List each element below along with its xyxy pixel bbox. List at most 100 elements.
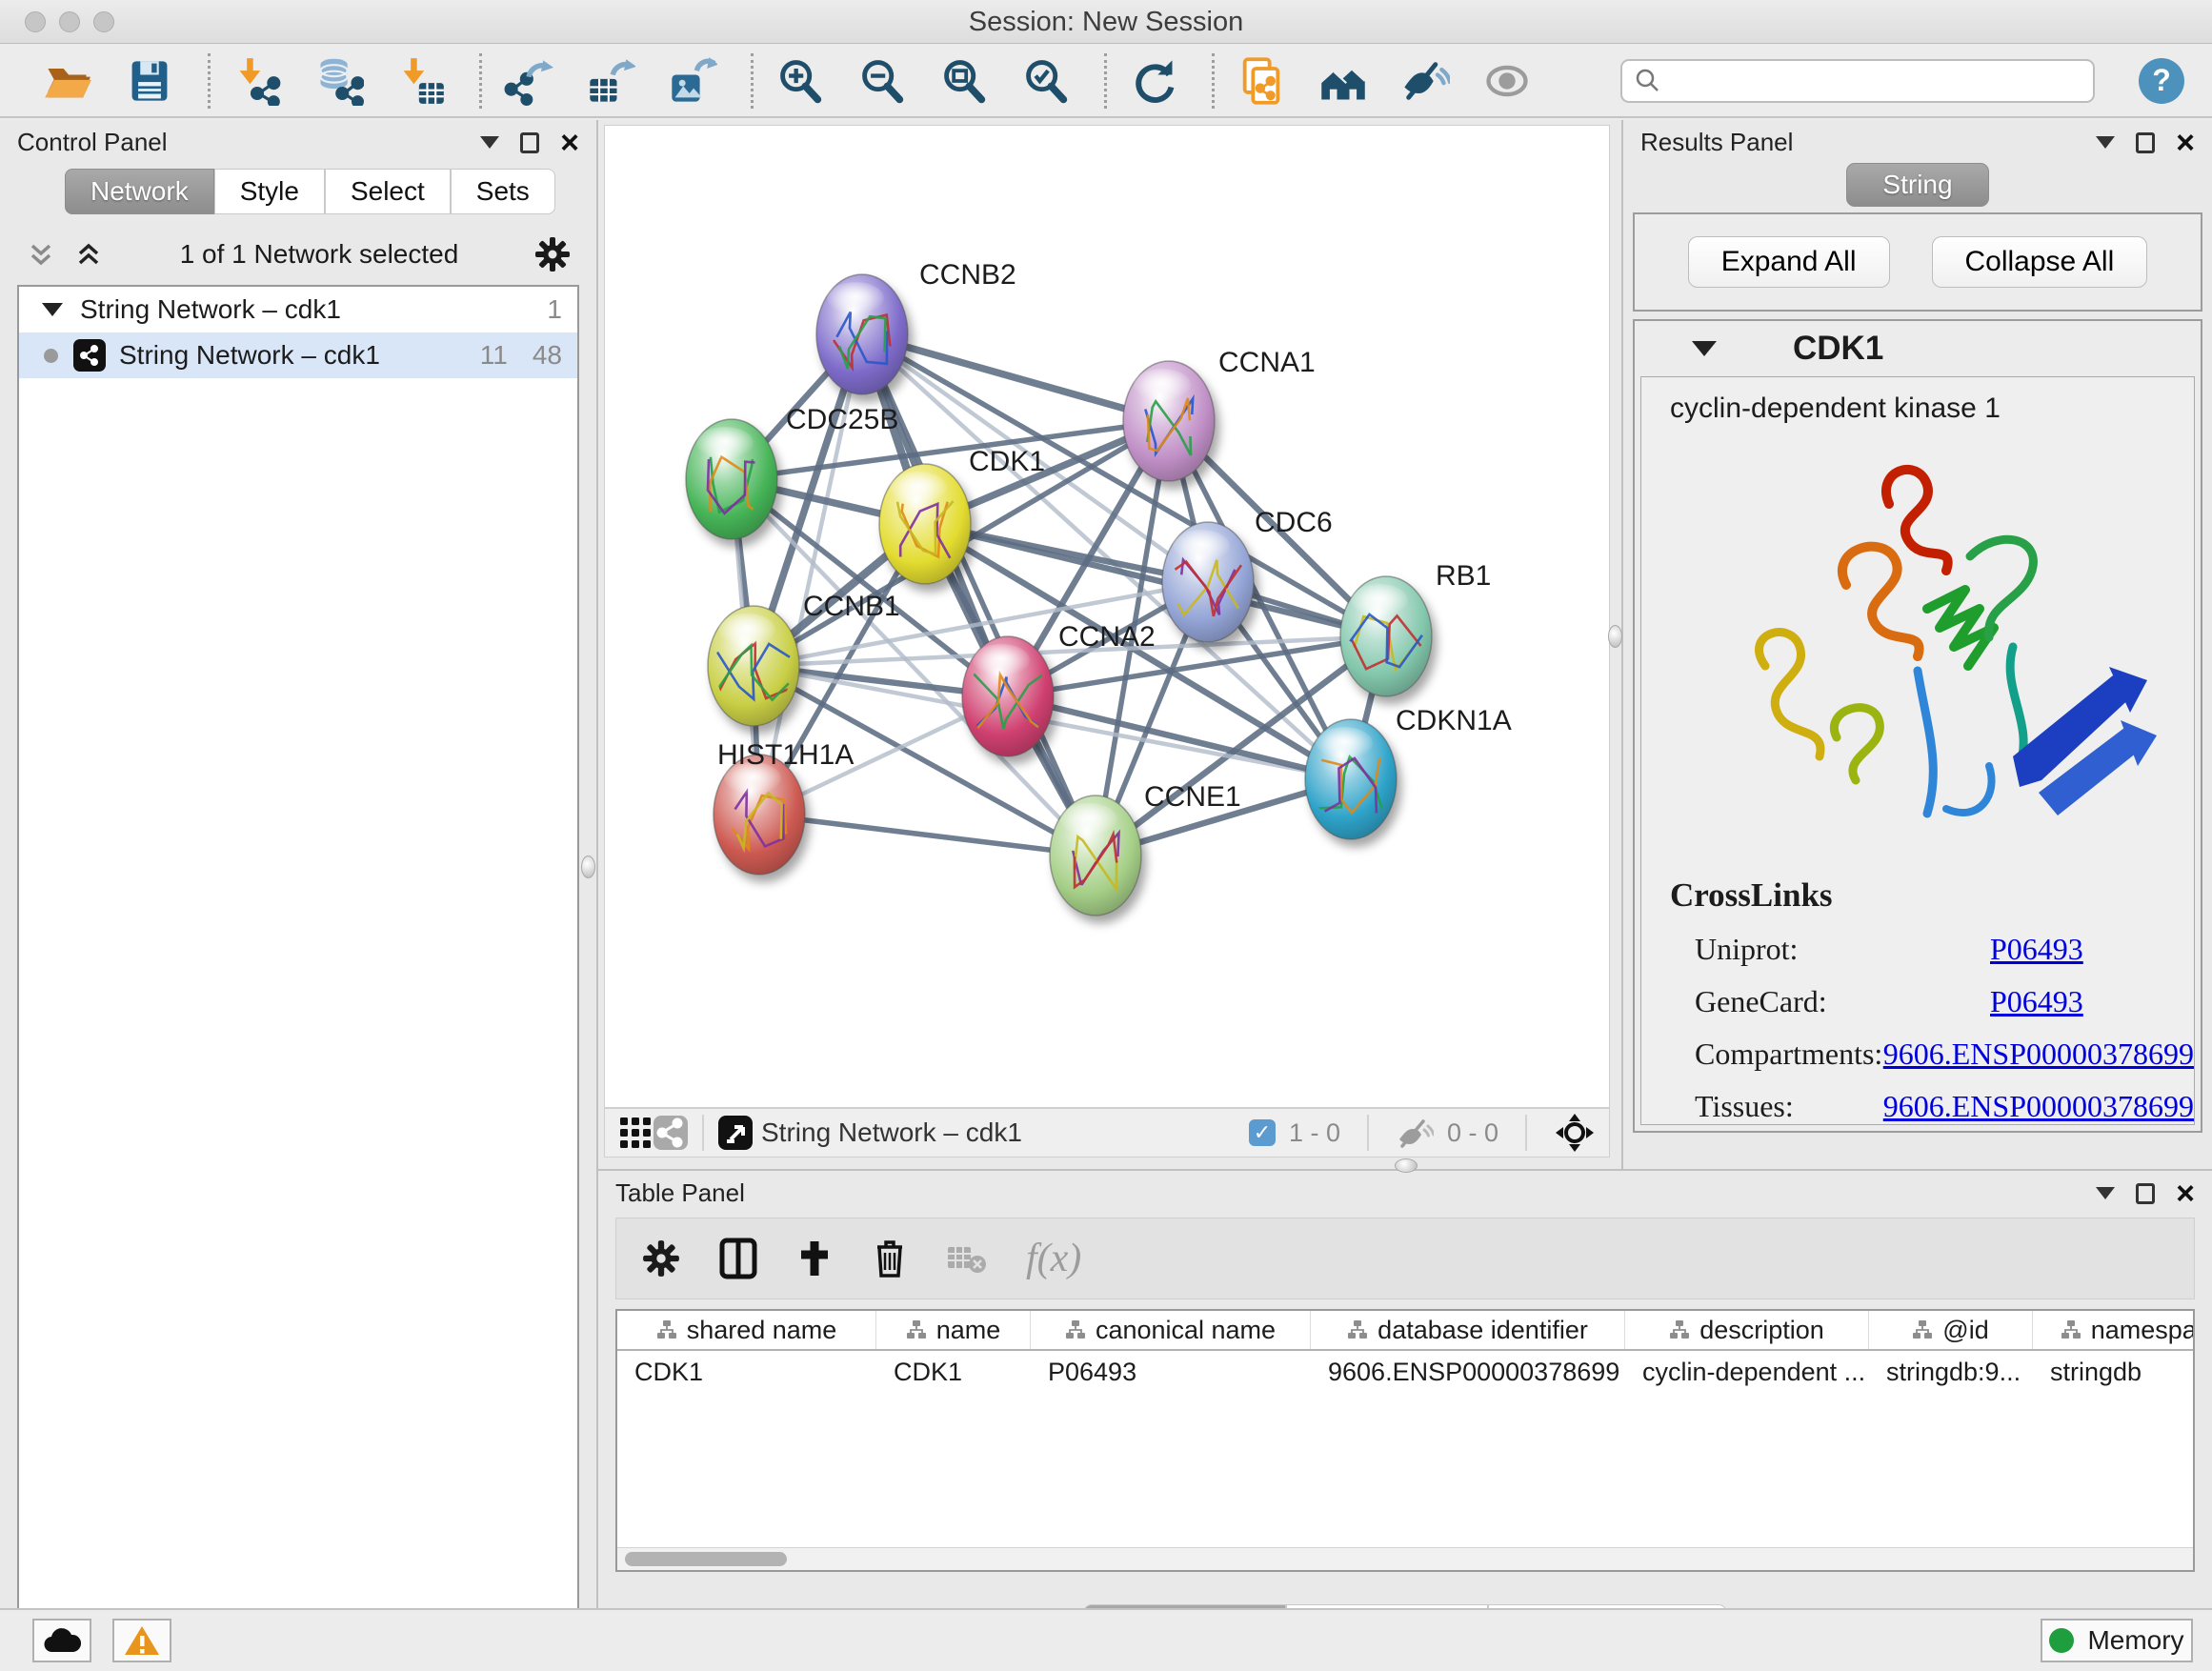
- new-network-from-selection-icon[interactable]: [1232, 51, 1291, 111]
- vertical-splitter-grip[interactable]: [1608, 625, 1622, 648]
- grid-view-icon[interactable]: [618, 1116, 653, 1150]
- cloud-status-button[interactable]: [32, 1619, 91, 1662]
- crosslink-row: Uniprot:P06493: [1670, 932, 2194, 967]
- crosslink-link[interactable]: P06493: [1990, 984, 2083, 1019]
- close-window-button[interactable]: [25, 11, 46, 32]
- panel-menu-icon[interactable]: [2096, 136, 2115, 149]
- collection-expand-icon[interactable]: [42, 303, 63, 316]
- zoom-out-icon[interactable]: [853, 51, 912, 111]
- toolbar-search[interactable]: [1620, 59, 2095, 103]
- fit-content-icon[interactable]: [935, 51, 994, 111]
- network-node-CCNB2[interactable]: [816, 274, 908, 394]
- network-row-selected[interactable]: String Network – cdk1 11 48: [19, 332, 577, 378]
- table-gear-icon[interactable]: [641, 1238, 681, 1278]
- network-node-CDC25B[interactable]: [686, 419, 777, 539]
- memory-button[interactable]: Memory: [2041, 1619, 2193, 1662]
- panel-float-icon[interactable]: [2136, 132, 2155, 153]
- column-header-database-identifier[interactable]: database identifier: [1311, 1311, 1625, 1349]
- gear-icon[interactable]: [533, 235, 572, 273]
- table-cell[interactable]: cyclin-dependent ...: [1625, 1351, 1869, 1393]
- network-share-view-icon[interactable]: [653, 1115, 689, 1151]
- network-canvas[interactable]: CCNB2CCNA1CDC25BCDK1CDC6RB1CCNB1CCNA2CDK…: [604, 125, 1610, 1108]
- warnings-button[interactable]: [112, 1619, 171, 1662]
- table-hscroll-thumb[interactable]: [625, 1552, 787, 1566]
- table-row[interactable]: CDK1CDK1P064939606.ENSP00000378699cyclin…: [617, 1351, 2193, 1393]
- search-input[interactable]: [1662, 66, 2093, 95]
- save-session-button[interactable]: [120, 51, 179, 111]
- zoom-in-icon[interactable]: [771, 51, 830, 111]
- entry-collapse-icon[interactable]: [1692, 341, 1717, 356]
- gene-entry-header[interactable]: CDK1: [1635, 321, 2201, 376]
- column-header-canonical-name[interactable]: canonical name: [1031, 1311, 1311, 1349]
- table-cell[interactable]: CDK1: [617, 1351, 876, 1393]
- table-cell[interactable]: 9606.ENSP00000378699: [1311, 1351, 1625, 1393]
- show-columns-icon[interactable]: [719, 1238, 757, 1279]
- import-network-file-icon[interactable]: [228, 51, 287, 111]
- network-edge[interactable]: [759, 815, 1096, 856]
- tab-network[interactable]: Network: [65, 169, 214, 214]
- birds-eye-toggle-icon[interactable]: [1554, 1112, 1596, 1154]
- column-header-description[interactable]: description: [1625, 1311, 1869, 1349]
- tab-sets[interactable]: Sets: [451, 169, 555, 214]
- column-header-id[interactable]: @id: [1869, 1311, 2033, 1349]
- detach-view-icon[interactable]: [717, 1115, 754, 1151]
- selected-checkbox-icon[interactable]: ✓: [1249, 1119, 1276, 1146]
- network-node-CDKN1A[interactable]: [1305, 719, 1397, 839]
- panel-float-icon[interactable]: [2136, 1183, 2155, 1204]
- panel-close-icon[interactable]: ×: [560, 132, 579, 153]
- panel-menu-icon[interactable]: [480, 136, 499, 149]
- show-all-icon[interactable]: [1478, 51, 1537, 111]
- expand-all-icon[interactable]: [72, 238, 105, 271]
- window-controls[interactable]: [25, 11, 114, 32]
- panel-close-icon[interactable]: ×: [2176, 1183, 2195, 1204]
- maximize-window-button[interactable]: [93, 11, 114, 32]
- network-node-CDC6[interactable]: [1162, 522, 1254, 642]
- expand-all-button[interactable]: Expand All: [1688, 236, 1890, 288]
- panel-close-icon[interactable]: ×: [2176, 132, 2195, 153]
- open-session-button[interactable]: [38, 51, 97, 111]
- table-cell[interactable]: stringdb:9...: [1869, 1351, 2033, 1393]
- add-column-icon[interactable]: [795, 1238, 834, 1279]
- tab-style[interactable]: Style: [214, 169, 325, 214]
- network-node-CDK1[interactable]: [879, 464, 971, 584]
- collapse-all-button[interactable]: Collapse All: [1932, 236, 2148, 288]
- panel-menu-icon[interactable]: [2096, 1187, 2115, 1199]
- vertical-splitter-grip[interactable]: [581, 856, 595, 878]
- network-collection-row[interactable]: String Network – cdk1 1: [19, 287, 577, 332]
- first-neighbors-icon[interactable]: [1314, 51, 1373, 111]
- export-image-icon[interactable]: [663, 51, 722, 111]
- network-graph[interactable]: CCNB2CCNA1CDC25BCDK1CDC6RB1CCNB1CCNA2CDK…: [605, 126, 1611, 1109]
- crosslink-link[interactable]: 9606.ENSP00000378699: [1883, 1037, 2194, 1072]
- network-node-CCNA2[interactable]: [962, 636, 1054, 756]
- collapse-all-icon[interactable]: [25, 238, 57, 271]
- delete-column-icon[interactable]: [872, 1238, 908, 1279]
- apply-layout-icon[interactable]: [1124, 51, 1183, 111]
- tab-string[interactable]: String: [1846, 163, 1989, 207]
- table-cell[interactable]: stringdb: [2033, 1351, 2195, 1393]
- gene-name: CDK1: [1793, 330, 1883, 368]
- import-network-database-icon[interactable]: [310, 51, 369, 111]
- tab-select[interactable]: Select: [325, 169, 451, 214]
- minimize-window-button[interactable]: [59, 11, 80, 32]
- zoom-selected-icon[interactable]: [1016, 51, 1076, 111]
- table-cell[interactable]: CDK1: [876, 1351, 1031, 1393]
- panel-float-icon[interactable]: [520, 132, 539, 153]
- export-table-icon[interactable]: [581, 51, 640, 111]
- horizontal-splitter-grip[interactable]: [1395, 1158, 1418, 1173]
- column-header-namespace[interactable]: namespace: [2033, 1311, 2195, 1349]
- export-network-icon[interactable]: [499, 51, 558, 111]
- hide-selection-icon[interactable]: [1396, 51, 1455, 111]
- network-node-CCNA1[interactable]: [1123, 361, 1215, 481]
- import-table-file-icon[interactable]: [392, 51, 451, 111]
- network-node-RB1[interactable]: [1340, 576, 1432, 696]
- crosslink-link[interactable]: 9606.ENSP00000378699: [1883, 1089, 2194, 1124]
- column-header-shared-name[interactable]: shared name: [617, 1311, 876, 1349]
- network-node-HIST1H1A[interactable]: [714, 755, 805, 875]
- crosslink-link[interactable]: P06493: [1990, 932, 2083, 967]
- network-node-CCNB1[interactable]: [708, 606, 799, 726]
- help-button[interactable]: ?: [2139, 58, 2184, 104]
- column-header-name[interactable]: name: [876, 1311, 1031, 1349]
- table-cell[interactable]: P06493: [1031, 1351, 1311, 1393]
- table-hscrollbar[interactable]: [617, 1547, 2193, 1570]
- network-node-CCNE1[interactable]: [1050, 795, 1141, 916]
